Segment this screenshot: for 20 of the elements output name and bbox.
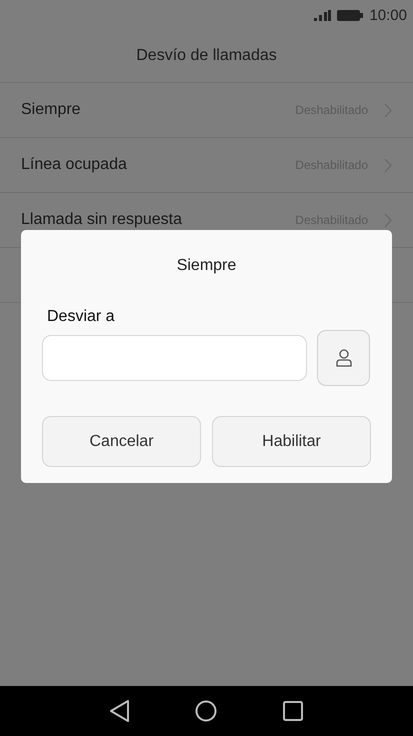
home-icon[interactable] xyxy=(195,700,217,722)
signal-icon xyxy=(314,10,332,20)
row-label: Siempre xyxy=(21,101,82,119)
contacts-button[interactable] xyxy=(317,330,370,386)
dialog-button[interactable]: Cancelar xyxy=(42,416,201,467)
battery-icon xyxy=(337,10,364,20)
person-icon xyxy=(336,349,352,367)
recents-icon[interactable] xyxy=(283,701,303,721)
input-field[interactable] xyxy=(42,335,307,381)
clock-time: 10:00 xyxy=(369,6,407,24)
screen-title: Desvío de llamadas xyxy=(136,47,277,65)
back-icon[interactable] xyxy=(110,700,129,722)
chevron-icon xyxy=(384,102,392,118)
row-label: Línea ocupada xyxy=(21,156,128,174)
chevron-icon xyxy=(384,158,392,172)
dialog-button[interactable]: Habilitar xyxy=(212,416,371,467)
dialog-title: Siempre xyxy=(176,257,238,275)
row-label: Llamada sin respuesta xyxy=(21,211,183,229)
chevron-icon xyxy=(384,212,392,228)
field-label: Desviar a xyxy=(47,308,116,326)
